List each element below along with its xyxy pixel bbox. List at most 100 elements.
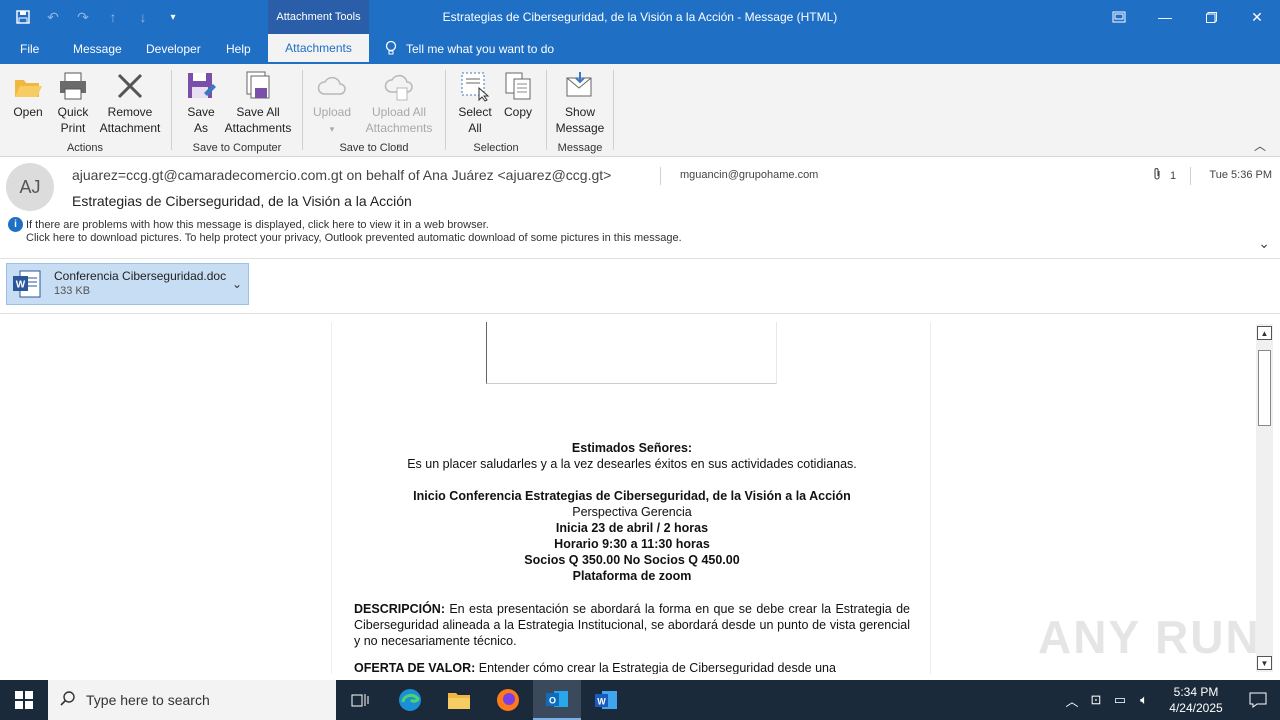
copy-icon [505, 72, 531, 100]
clock[interactable]: 5:34 PM 4/24/2025 [1156, 684, 1236, 716]
collapse-ribbon-icon[interactable]: ︿ [1254, 137, 1266, 154]
event-title: Inicio Conferencia Estrategias de Cibers… [413, 489, 851, 503]
task-view-icon[interactable] [336, 680, 384, 720]
recipient[interactable]: mguancin@grupohame.com [680, 169, 818, 181]
header-divider [1190, 167, 1191, 185]
show-message-button[interactable]: Show Message [553, 70, 607, 136]
scroll-thumb[interactable] [1258, 350, 1271, 426]
group-message: Show Message Message [547, 68, 613, 156]
svg-text:O: O [549, 696, 556, 706]
search-icon [60, 690, 76, 711]
attachment-size: 133 KB [54, 285, 91, 297]
sent-time: Tue 5:36 PM [1209, 169, 1272, 181]
intro-text: Es un placer saludarles y a la vez desea… [407, 457, 857, 471]
upload-button[interactable]: Upload ▾ [309, 70, 355, 137]
schedule: Horario 9:30 a 11:30 horas [554, 537, 710, 551]
maximize-icon[interactable] [1188, 0, 1234, 34]
message-header: AJ ajuarez=ccg.gt@camaradecomercio.com.g… [0, 157, 1280, 259]
info-bar-display[interactable]: i If there are problems with how this me… [8, 217, 489, 232]
up-icon[interactable]: ↑ [102, 6, 124, 28]
group-actions: Open Quick Print Remove Attachment Actions [0, 68, 170, 156]
group-label-message: Message [557, 142, 603, 154]
ribbon-divider [613, 70, 614, 150]
attachment-name: Conferencia Ciberseguridad.doc [54, 269, 227, 283]
file-explorer-icon[interactable] [435, 680, 483, 720]
undo-icon[interactable]: ↶ [42, 6, 64, 28]
tab-attachments[interactable]: Attachments [268, 34, 369, 64]
minimize-icon[interactable]: — [1142, 0, 1188, 34]
close-icon[interactable]: ✕ [1234, 0, 1280, 34]
taskbar-search[interactable]: Type here to search [48, 680, 336, 720]
remove-attachment-button[interactable]: Remove Attachment [96, 70, 164, 136]
tab-developer[interactable]: Developer [142, 34, 205, 64]
quick-print-button[interactable]: Quick Print [52, 70, 94, 136]
save-icon[interactable] [12, 6, 34, 28]
platform: Plataforma de zoom [572, 569, 692, 583]
description-paragraph: DESCRIPCIÓN: En esta presentación se abo… [354, 602, 910, 648]
system-tray: ︿ ⊡ ▭ 🔈︎ 5:34 PM 4/24/2025 [1060, 680, 1280, 720]
save-as-button[interactable]: Save As [182, 70, 220, 136]
greeting: Estimados Señores: [571, 441, 693, 455]
quick-access-toolbar: ↶ ↷ ↑ ↓ ▾ [12, 6, 184, 28]
word-icon[interactable]: W [582, 680, 630, 720]
chevron-down-icon[interactable]: ⌄ [1258, 235, 1270, 252]
start-date: Inicia 23 de abril / 2 horas [555, 521, 709, 535]
prices: Socios Q 350.00 No Socios Q 450.00 [524, 553, 740, 567]
volume-icon[interactable]: 🔈︎ [1132, 692, 1156, 708]
message-content: Estimados Señores: Es un placer saludarl… [331, 322, 931, 674]
sender[interactable]: ajuarez=ccg.gt@camaradecomercio.com.gt o… [72, 167, 611, 183]
cloud-upload-icon [317, 76, 346, 95]
scroll-up-arrow[interactable]: ▲ [1257, 326, 1272, 340]
blocked-image-placeholder [486, 322, 777, 384]
open-button[interactable]: Open [6, 70, 50, 120]
tab-file[interactable]: File [16, 34, 43, 64]
network-status-icon[interactable]: ⊡ [1084, 692, 1108, 708]
group-label-save-to-computer: Save to Computer [192, 142, 282, 154]
svg-text:W: W [16, 280, 26, 291]
tell-me-box[interactable]: Tell me what you want to do [384, 34, 554, 64]
value-paragraph: OFERTA DE VALOR: Entender cómo crear la … [354, 661, 836, 674]
tell-me-text: Tell me what you want to do [406, 42, 555, 56]
attachment-count: 1 [1170, 169, 1177, 182]
lightbulb-icon [384, 40, 398, 59]
select-all-icon [461, 72, 490, 102]
info-bar-pictures[interactable]: Click here to download pictures. To help… [26, 232, 682, 244]
select-all-button[interactable]: Select All [454, 70, 496, 136]
cloud-upload-all-icon [384, 74, 413, 101]
attachment-bar: W Conferencia Ciberseguridad.doc 133 KB … [0, 260, 1280, 314]
avatar: AJ [6, 163, 54, 211]
edge-icon[interactable] [386, 680, 434, 720]
info-icon: i [8, 217, 23, 232]
chevron-up-icon[interactable]: ︿ [1060, 691, 1084, 710]
restore-icon[interactable] [1096, 0, 1142, 34]
down-icon[interactable]: ↓ [132, 6, 154, 28]
tab-message[interactable]: Message [69, 34, 126, 64]
attachment-indicator: 1 [1152, 167, 1176, 184]
save-as-icon [188, 73, 216, 98]
search-placeholder: Type here to search [86, 692, 210, 708]
save-all-icon [246, 71, 270, 99]
group-save-to-cloud: Upload ▾ Upload All Attachments ▾ Save to … [303, 68, 445, 156]
firefox-icon[interactable] [484, 680, 532, 720]
group-label-selection: Selection [473, 142, 519, 154]
show-message-icon [566, 72, 592, 97]
customize-icon[interactable]: ▾ [162, 6, 184, 28]
windows-start-icon[interactable] [0, 680, 48, 720]
monitor-icon[interactable]: ▭ [1108, 692, 1132, 708]
outlook-icon[interactable]: O [533, 680, 581, 720]
save-all-attachments-button[interactable]: Save All Attachments [222, 70, 294, 136]
attachment-tools-header: Attachment Tools [268, 0, 369, 34]
folder-open-icon [15, 80, 42, 97]
svg-text:W: W [597, 697, 606, 707]
ribbon-tabs: File Message Developer Help Attachments … [0, 34, 1280, 64]
copy-button[interactable]: Copy [498, 70, 538, 120]
header-divider [660, 167, 661, 185]
tab-help[interactable]: Help [222, 34, 255, 64]
window-title: Estrategias de Ciberseguridad, de la Vis… [442, 10, 838, 24]
chevron-down-icon[interactable]: ⌄ [232, 277, 242, 291]
printer-icon [60, 72, 86, 100]
paperclip-icon [1152, 167, 1162, 184]
attachment-item[interactable]: W Conferencia Ciberseguridad.doc 133 KB … [6, 263, 249, 305]
redo-icon[interactable]: ↷ [72, 6, 94, 28]
notification-icon[interactable] [1236, 692, 1280, 708]
